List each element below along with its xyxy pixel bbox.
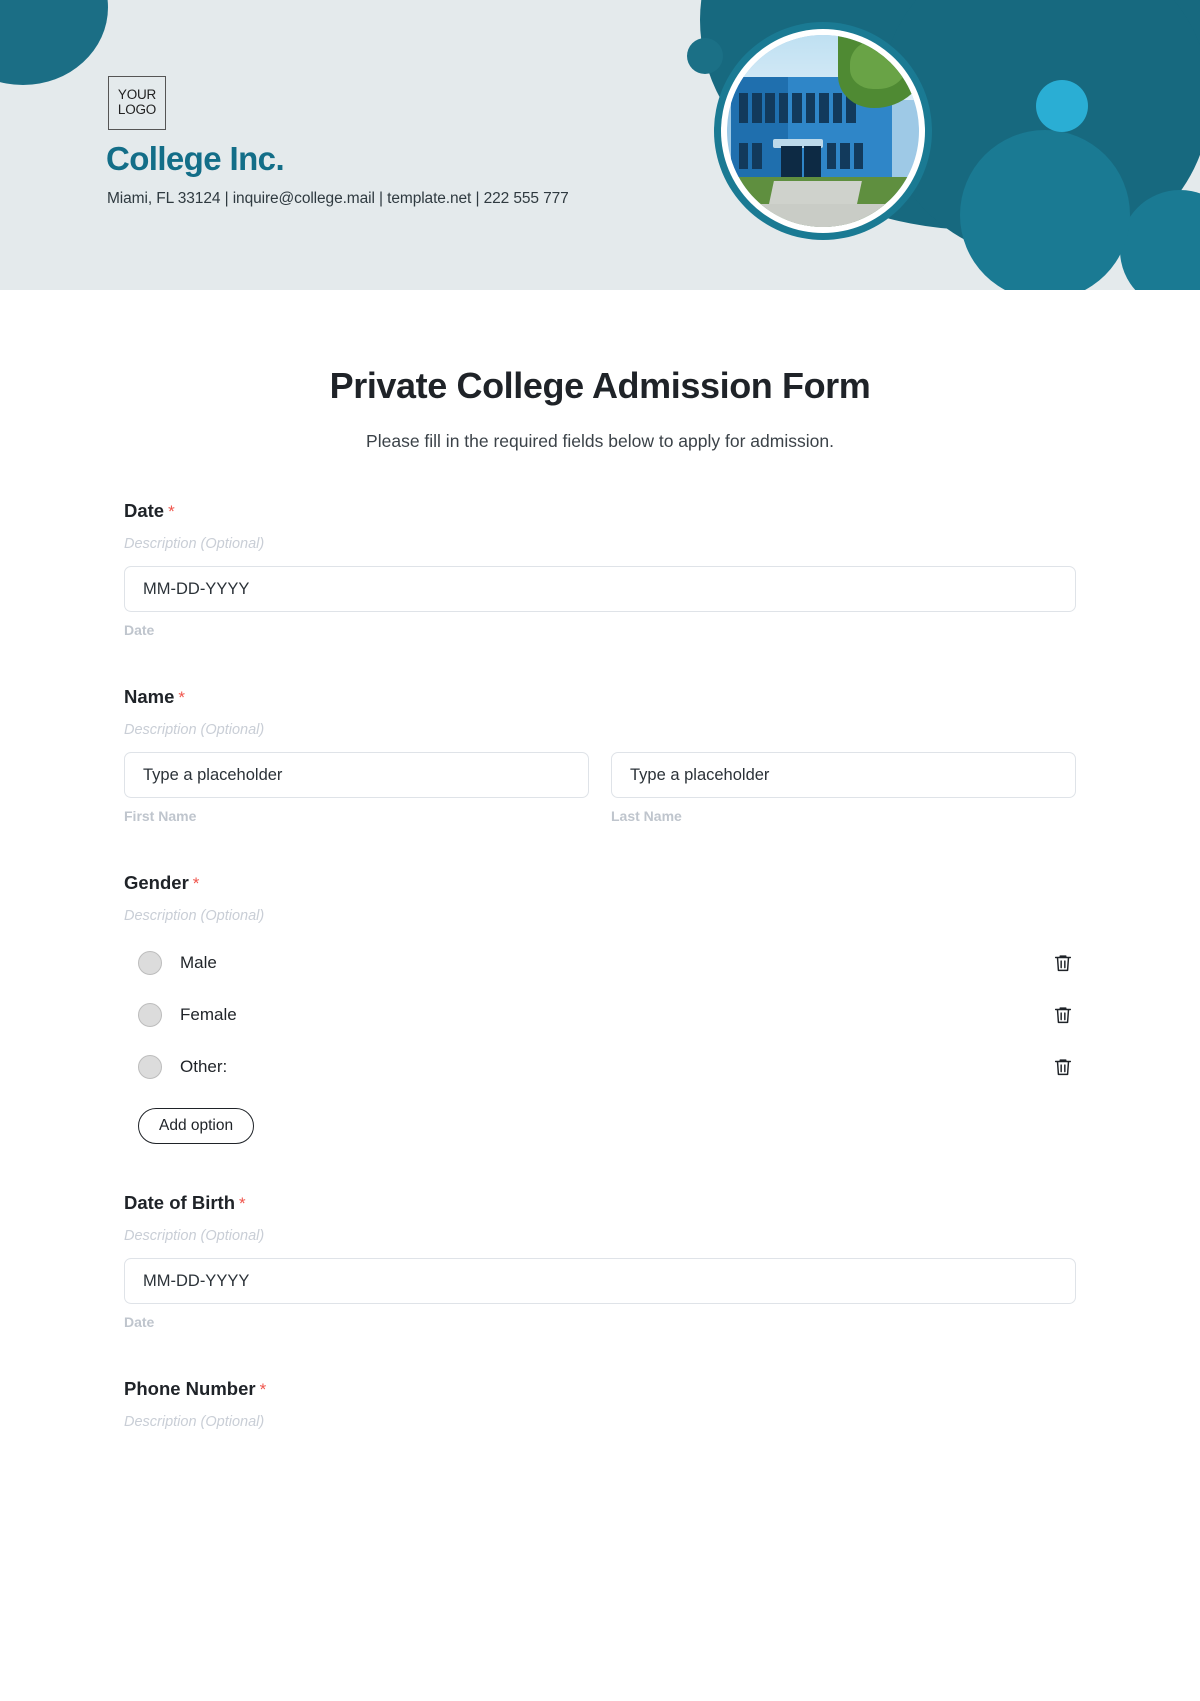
trash-icon[interactable]: [1052, 1056, 1074, 1078]
header-decor-circle-bottom-right: [960, 130, 1130, 290]
date-of-birth-input-value: MM-DD-YYYY: [143, 1271, 250, 1290]
field-date: Date * Description (Optional) MM-DD-YYYY …: [124, 500, 1076, 638]
trash-icon[interactable]: [1052, 1004, 1074, 1026]
date-of-birth-input[interactable]: MM-DD-YYYY: [124, 1258, 1076, 1304]
field-gender: Gender * Description (Optional) Male Fema…: [124, 872, 1076, 1144]
brand-name: College Inc.: [106, 140, 285, 177]
required-asterisk: *: [178, 688, 186, 707]
gender-option-label: Other:: [180, 1057, 228, 1076]
page-header: YOUR LOGO College Inc. Miami, FL 33124 |…: [0, 0, 1200, 290]
logo-line-1: YOUR: [117, 87, 157, 103]
last-name-input-value: Type a placeholder: [630, 765, 770, 784]
field-phone-number: Phone Number * Description (Optional): [124, 1378, 1076, 1430]
brand-contact-line: Miami, FL 33124 | inquire@college.mail |…: [107, 190, 569, 207]
last-name-sub-label: Last Name: [611, 808, 682, 824]
field-phone-label: Phone Number *: [124, 1378, 1076, 1400]
field-phone-description: Description (Optional): [124, 1414, 265, 1430]
first-name-input[interactable]: Type a placeholder: [124, 752, 589, 798]
field-name-label-text: Name: [124, 686, 175, 707]
field-dob-label-text: Date of Birth: [124, 1192, 235, 1213]
date-input-value: MM-DD-YYYY: [143, 579, 250, 598]
first-name-input-value: Type a placeholder: [143, 765, 283, 784]
logo-placeholder: YOUR LOGO: [108, 76, 166, 130]
gender-option-row[interactable]: Male: [124, 950, 1076, 976]
required-asterisk: *: [259, 1380, 267, 1399]
trash-icon[interactable]: [1052, 952, 1074, 974]
date-input[interactable]: MM-DD-YYYY: [124, 566, 1076, 612]
radio-button-female[interactable]: [138, 1003, 162, 1027]
required-asterisk: *: [168, 502, 175, 521]
field-dob-label: Date of Birth *: [124, 1192, 1076, 1214]
header-decor-circle-top-left: [0, 0, 108, 85]
gender-option-label: Male: [180, 953, 217, 972]
last-name-input[interactable]: Type a placeholder: [611, 752, 1076, 798]
header-portrait-ring: [714, 22, 932, 240]
admission-form-page: YOUR LOGO College Inc. Miami, FL 33124 |…: [0, 0, 1200, 1701]
name-inputs-row: Type a placeholder First Name Type a pla…: [124, 738, 1076, 824]
required-asterisk: *: [239, 1194, 246, 1213]
first-name-group: Type a placeholder First Name: [124, 738, 589, 824]
radio-button-male[interactable]: [138, 951, 162, 975]
field-name-description: Description (Optional): [124, 722, 265, 738]
logo-line-2: LOGO: [117, 102, 157, 117]
gender-option-row[interactable]: Other:: [124, 1054, 1076, 1080]
header-decor-circle-light-blue: [1036, 80, 1088, 132]
field-date-label: Date *: [124, 500, 1076, 522]
field-dob-description: Description (Optional): [124, 1228, 265, 1244]
field-name: Name * Description (Optional) Type a plac…: [124, 686, 1076, 824]
last-name-group: Type a placeholder Last Name: [611, 738, 1076, 824]
radio-button-other[interactable]: [138, 1055, 162, 1079]
field-phone-label-text: Phone Number: [124, 1378, 256, 1399]
field-date-description: Description (Optional): [124, 536, 265, 552]
form-body: Private College Admission Form Please fi…: [0, 365, 1200, 1430]
add-option-button[interactable]: Add option: [138, 1108, 255, 1144]
field-gender-label: Gender *: [124, 872, 1076, 894]
header-portrait-inner-ring: [721, 29, 925, 233]
required-asterisk: *: [192, 874, 200, 893]
field-date-label-text: Date: [124, 500, 165, 521]
page-title: Private College Admission Form: [329, 365, 871, 406]
field-date-of-birth: Date of Birth * Description (Optional) MM…: [124, 1192, 1076, 1330]
college-building-image: [727, 35, 919, 227]
field-gender-description: Description (Optional): [124, 908, 265, 924]
gender-option-row[interactable]: Female: [124, 1002, 1076, 1028]
page-subtitle: Please fill in the required fields below…: [366, 431, 834, 451]
header-decor-dot: [687, 38, 723, 74]
date-sub-label: Date: [124, 622, 155, 638]
field-name-label: Name *: [124, 686, 1076, 708]
date-of-birth-sub-label: Date: [124, 1314, 155, 1330]
field-gender-label-text: Gender: [124, 872, 189, 893]
first-name-sub-label: First Name: [124, 808, 197, 824]
gender-option-label: Female: [180, 1005, 237, 1024]
